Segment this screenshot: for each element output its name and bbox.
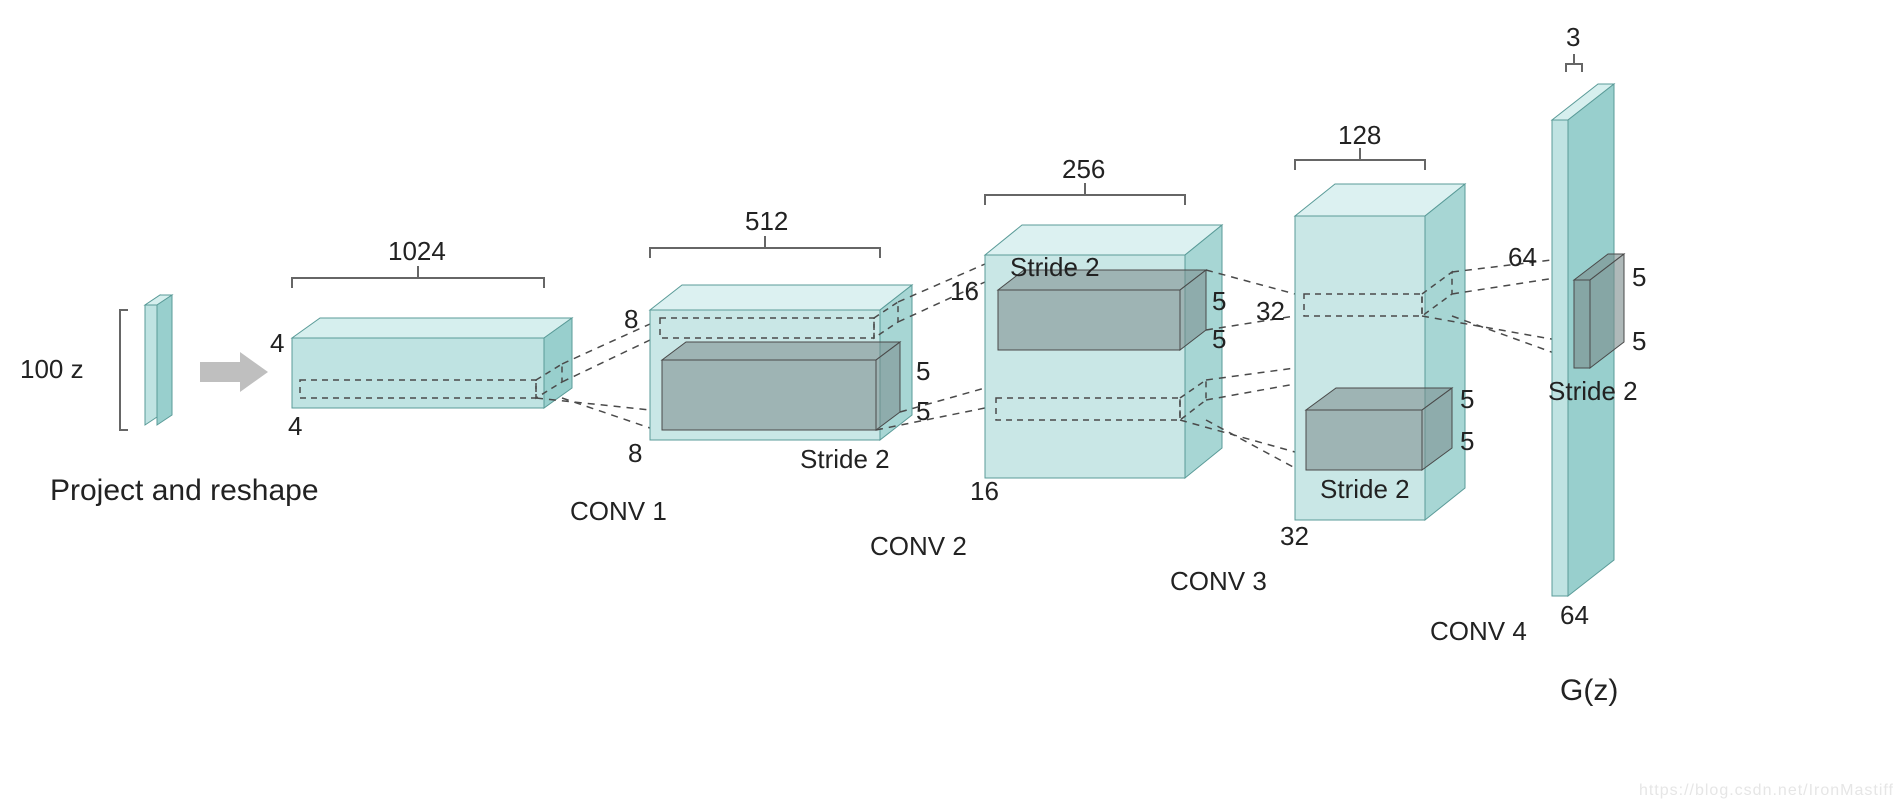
layer4-k2: 5 (1632, 326, 1646, 356)
layer4-h: 64 (1508, 242, 1537, 272)
layer3-depth: 128 (1338, 120, 1381, 150)
layer3-k2: 5 (1460, 426, 1474, 456)
layer4-stride: Stride 2 (1548, 376, 1638, 406)
output-label: G(z) (1560, 674, 1618, 707)
input-z: 100 z (20, 295, 172, 430)
project-reshape-label: Project and reshape (50, 474, 319, 507)
layer2-h: 16 (950, 276, 979, 306)
layer4-k1: 5 (1632, 262, 1646, 292)
layer2-k1: 5 (1212, 286, 1226, 316)
layer3-w: 32 (1280, 521, 1309, 551)
layer1-h: 8 (624, 304, 638, 334)
layer1-conv: CONV 1 (570, 496, 667, 526)
layer3-stride: Stride 2 (1320, 474, 1410, 504)
layer3-h: 32 (1256, 296, 1285, 326)
layer0-depth: 1024 (388, 236, 446, 266)
layer2-depth: 256 (1062, 154, 1105, 184)
arrow-icon (200, 352, 268, 392)
layer4-depth: 3 (1566, 22, 1580, 52)
watermark: https://blog.csdn.net/IronMastiff (1639, 782, 1894, 800)
dcgan-generator-diagram: 100 z Project and reshape 1024 4 4 (0, 0, 1904, 806)
layer3-k1: 5 (1460, 384, 1474, 414)
layer0-h: 4 (270, 328, 284, 358)
layer-0: 1024 4 4 (270, 236, 572, 441)
layer-1: 512 8 8 5 5 Stride 2 CONV 1 (570, 206, 930, 526)
layer3-conv: CONV 3 (1170, 566, 1267, 596)
layer1-w: 8 (628, 438, 642, 468)
input-label: 100 z (20, 354, 84, 384)
layer2-w: 16 (970, 476, 999, 506)
layer4-conv: CONV 4 (1430, 616, 1527, 646)
layer2-conv: CONV 2 (870, 531, 967, 561)
layer4-w: 64 (1560, 600, 1589, 630)
layer0-w: 4 (288, 411, 302, 441)
layer1-stride: Stride 2 (800, 444, 890, 474)
layer2-stride: Stride 2 (1010, 252, 1100, 282)
layer1-depth: 512 (745, 206, 788, 236)
layer1-k1: 5 (916, 356, 930, 386)
